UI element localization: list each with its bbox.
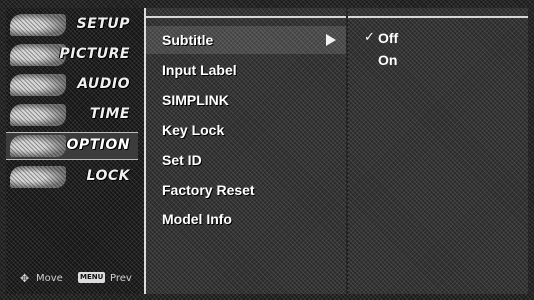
move-hint-label: Move (36, 273, 63, 284)
menu-item-factory-reset[interactable]: Factory Reset (146, 176, 346, 204)
sidebar-item-time[interactable]: TIME (6, 102, 138, 128)
navigation-hint: ✥ Move MENU Prev (12, 268, 144, 288)
tv-menu-screen: SETUP PICTURE AUDIO TIME OPTION LOCK ✥ M… (0, 0, 534, 300)
time-icon (10, 104, 66, 126)
option-icon (10, 135, 66, 157)
sidebar-item-option[interactable]: OPTION (6, 132, 138, 160)
sidebar-item-lock[interactable]: LOCK (6, 164, 138, 190)
checkmark-icon: ✓ (364, 29, 375, 44)
move-arrows-icon: ✥ (20, 272, 30, 285)
submenu-option-off[interactable]: ✓ Off (348, 26, 528, 48)
menu-item-label: Factory Reset (162, 182, 255, 198)
sidebar-item-label: LOCK (86, 168, 130, 184)
menu-item-input-label[interactable]: Input Label (146, 56, 346, 84)
menu-item-label: Model Info (162, 211, 232, 227)
submenu-option-on[interactable]: On (348, 48, 528, 70)
menu-divider (146, 16, 346, 18)
sidebar-item-label: SETUP (76, 16, 130, 32)
submenu-option-label: On (378, 52, 398, 68)
sidebar-item-audio[interactable]: AUDIO (6, 72, 138, 98)
menu-item-subtitle[interactable]: Subtitle (146, 26, 346, 54)
submenu-arrow-icon (326, 34, 336, 46)
menu-item-label: SIMPLINK (162, 92, 229, 108)
sidebar-item-label: PICTURE (59, 46, 130, 62)
setup-icon (10, 14, 66, 36)
sidebar-item-label: TIME (89, 106, 130, 122)
menu-item-label: Set ID (162, 152, 202, 168)
menu-item-label: Subtitle (162, 32, 214, 48)
prev-hint-label: Prev (110, 273, 132, 284)
sidebar-item-label: OPTION (66, 137, 130, 153)
menu-key-icon: MENU (78, 272, 106, 283)
menu-item-model-info[interactable]: Model Info (146, 205, 346, 233)
menu-item-simplink[interactable]: SIMPLINK (146, 86, 346, 114)
sidebar-item-setup[interactable]: SETUP (6, 12, 138, 38)
audio-icon (10, 74, 66, 96)
menu-item-label: Input Label (162, 62, 237, 78)
menu-item-set-id[interactable]: Set ID (146, 146, 346, 174)
subtitle-submenu: ✓ Off On (348, 8, 528, 294)
category-sidebar: SETUP PICTURE AUDIO TIME OPTION LOCK ✥ M… (6, 8, 146, 294)
submenu-option-label: Off (378, 30, 399, 46)
picture-icon (10, 44, 66, 66)
submenu-divider (348, 16, 528, 18)
lock-icon (10, 166, 66, 188)
sidebar-item-picture[interactable]: PICTURE (6, 42, 138, 68)
menu-item-key-lock[interactable]: Key Lock (146, 116, 346, 144)
menu-item-label: Key Lock (162, 122, 225, 138)
option-menu: Subtitle Input Label SIMPLINK Key Lock S… (146, 8, 346, 294)
sidebar-item-label: AUDIO (77, 76, 130, 92)
